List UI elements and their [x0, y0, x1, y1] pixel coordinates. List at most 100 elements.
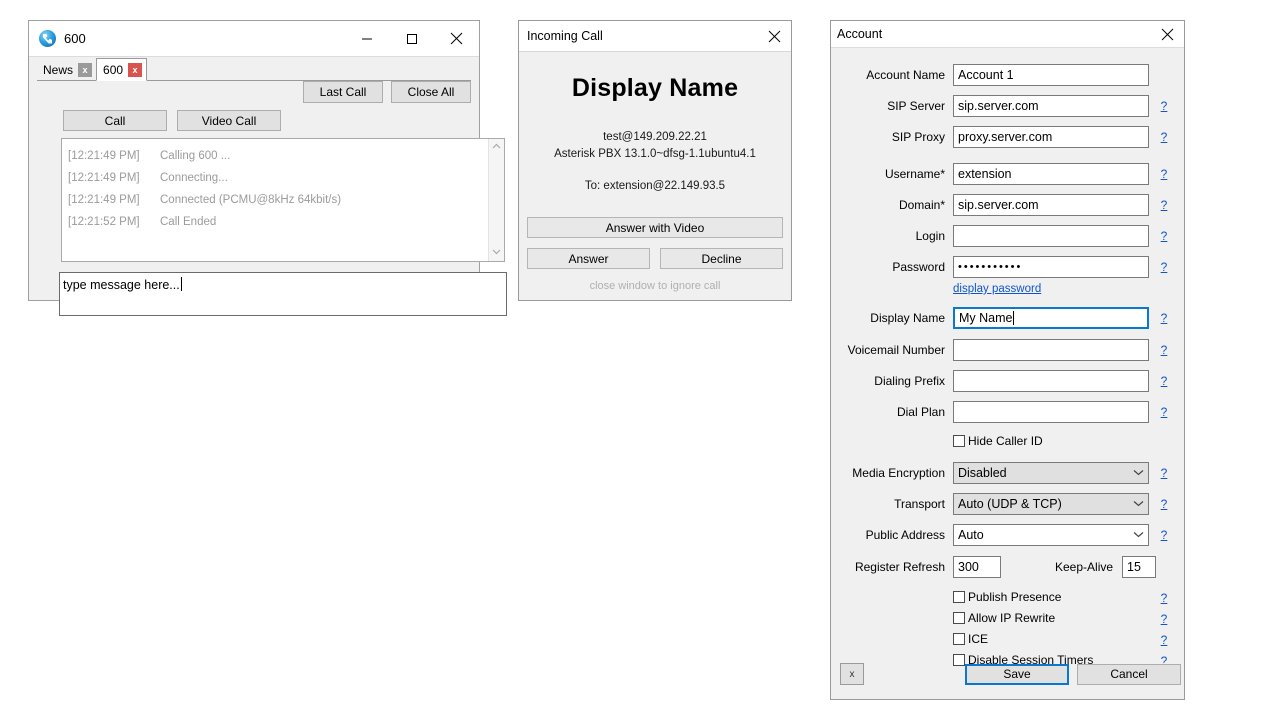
ice-checkbox[interactable]: ICE [953, 629, 1149, 649]
field-label-text: Username [885, 167, 940, 181]
hide-caller-id-row: Hide Caller ID [831, 430, 1184, 452]
field-label: Dialing Prefix [831, 374, 953, 388]
dialing-prefix-input[interactable] [953, 370, 1149, 392]
save-button[interactable]: Save [965, 664, 1069, 685]
field-label: Username* [831, 167, 953, 181]
help-icon[interactable]: ? [1149, 612, 1179, 626]
checkbox-label: Allow IP Rewrite [968, 611, 1055, 625]
decline-button[interactable]: Decline [660, 248, 783, 269]
log-entry: [12:21:49 PM]Connected (PCMU@8kHz 64kbit… [68, 189, 488, 211]
help-icon[interactable]: ? [1149, 466, 1179, 480]
hide-caller-id-checkbox[interactable]: Hide Caller ID [953, 431, 1043, 451]
help-icon[interactable]: ? [1149, 130, 1179, 144]
field-label: Public Address [831, 528, 953, 542]
help-icon[interactable]: ? [1149, 198, 1179, 212]
publish-presence-checkbox[interactable]: Publish Presence [953, 587, 1149, 607]
checkbox-icon[interactable] [953, 612, 965, 624]
help-icon[interactable]: ? [1149, 311, 1179, 325]
ignore-call-hint: close window to ignore call [527, 280, 783, 292]
public-address-select[interactable]: Auto [953, 524, 1149, 546]
field-login: Login ? [831, 223, 1184, 249]
last-call-button[interactable]: Last Call [303, 81, 383, 103]
media-encryption-select[interactable]: Disabled [953, 462, 1149, 484]
video-call-button[interactable]: Video Call [177, 110, 281, 131]
field-transport: Transport Auto (UDP & TCP) ? [831, 491, 1184, 517]
phone-globe-icon [39, 30, 56, 47]
close-icon[interactable] [757, 21, 791, 52]
log-entry-text: Connected (PCMU@8kHz 64kbit/s) [160, 194, 341, 206]
allow-ip-rewrite-checkbox[interactable]: Allow IP Rewrite [953, 608, 1149, 628]
keep-alive-input[interactable]: 15 [1122, 556, 1156, 578]
call-log-scrollbar[interactable] [488, 139, 504, 261]
checkbox-label: Hide Caller ID [968, 434, 1043, 448]
caller-user-agent: Asterisk PBX 13.1.0~dfsg-1.1ubuntu4.1 [519, 146, 791, 163]
transport-select[interactable]: Auto (UDP & TCP) [953, 493, 1149, 515]
conversation-tabstrip: News x 600 x [29, 57, 479, 81]
checkbox-icon[interactable] [953, 435, 965, 447]
domain-input[interactable]: sip.server.com [953, 194, 1149, 216]
tab-600-close-icon[interactable]: x [128, 63, 142, 77]
close-all-button[interactable]: Close All [391, 81, 471, 103]
call-button[interactable]: Call [63, 110, 167, 131]
account-titlebar: Account [831, 21, 1184, 48]
answer-with-video-button[interactable]: Answer with Video [527, 217, 783, 238]
help-icon[interactable]: ? [1149, 99, 1179, 113]
field-label: Account Name [831, 68, 953, 82]
public-address-value: Auto [958, 528, 984, 542]
tab-600[interactable]: 600 x [96, 58, 147, 81]
close-icon[interactable] [434, 21, 479, 56]
log-entry: [12:21:49 PM]Connecting... [68, 167, 488, 189]
message-input-value: type message here... [63, 278, 180, 292]
display-name-value: My Name [959, 311, 1012, 325]
username-input[interactable]: extension [953, 163, 1149, 185]
sip-proxy-input[interactable]: proxy.server.com [953, 126, 1149, 148]
incoming-call-body: Display Name test@149.209.22.21 Asterisk… [519, 52, 791, 192]
dial-plan-input[interactable] [953, 401, 1149, 423]
checkbox-icon[interactable] [953, 633, 965, 645]
account-window: Account Account Name Account 1 ? SIP Ser… [830, 20, 1185, 700]
callee-line: To: extension@22.149.93.5 [519, 180, 791, 192]
delete-account-button[interactable]: x [840, 663, 864, 685]
close-icon[interactable] [1150, 19, 1184, 50]
media-encryption-value: Disabled [958, 466, 1007, 480]
register-refresh-input[interactable]: 300 [953, 556, 1001, 578]
display-password-row: display password [831, 280, 1184, 298]
account-name-input[interactable]: Account 1 [953, 64, 1149, 86]
help-icon[interactable]: ? [1149, 343, 1179, 357]
minimize-icon[interactable] [344, 21, 389, 56]
call-window: 600 News x 600 x [28, 20, 480, 301]
answer-button[interactable]: Answer [527, 248, 650, 269]
help-icon[interactable]: ? [1149, 591, 1179, 605]
help-icon[interactable]: ? [1149, 528, 1179, 542]
cancel-button[interactable]: Cancel [1077, 664, 1181, 685]
checkbox-icon[interactable] [953, 591, 965, 603]
help-icon[interactable]: ? [1149, 497, 1179, 511]
display-password-link[interactable]: display password [953, 283, 1041, 295]
help-icon[interactable]: ? [1149, 405, 1179, 419]
call-log-box: [12:21:49 PM]Calling 600 ... [12:21:49 P… [61, 138, 505, 262]
field-account-name: Account Name Account 1 ? [831, 62, 1184, 88]
sip-server-input[interactable]: sip.server.com [953, 95, 1149, 117]
help-icon[interactable]: ? [1149, 229, 1179, 243]
help-icon[interactable]: ? [1149, 260, 1179, 274]
checkbox-label: ICE [968, 632, 988, 646]
caller-details: test@149.209.22.21 Asterisk PBX 13.1.0~d… [519, 129, 791, 163]
caller-uri: test@149.209.22.21 [519, 129, 791, 146]
call-window-titlebar: 600 [29, 21, 479, 57]
tab-news[interactable]: News x [37, 59, 96, 81]
maximize-icon[interactable] [389, 21, 434, 56]
login-input[interactable] [953, 225, 1149, 247]
display-name-input[interactable]: My Name [953, 307, 1149, 329]
help-icon[interactable]: ? [1149, 374, 1179, 388]
voicemail-number-input[interactable] [953, 339, 1149, 361]
scroll-up-icon[interactable] [492, 142, 501, 152]
field-label: Password [831, 260, 953, 274]
password-input[interactable]: ••••••••••• [953, 256, 1149, 278]
scroll-down-icon[interactable] [492, 248, 501, 258]
help-icon[interactable]: ? [1149, 633, 1179, 647]
help-icon[interactable]: ? [1149, 167, 1179, 181]
log-entry-text: Connecting... [160, 172, 228, 184]
tab-news-close-icon[interactable]: x [78, 63, 92, 77]
message-input[interactable]: type message here... [59, 272, 507, 316]
caller-display-name: Display Name [519, 74, 791, 103]
